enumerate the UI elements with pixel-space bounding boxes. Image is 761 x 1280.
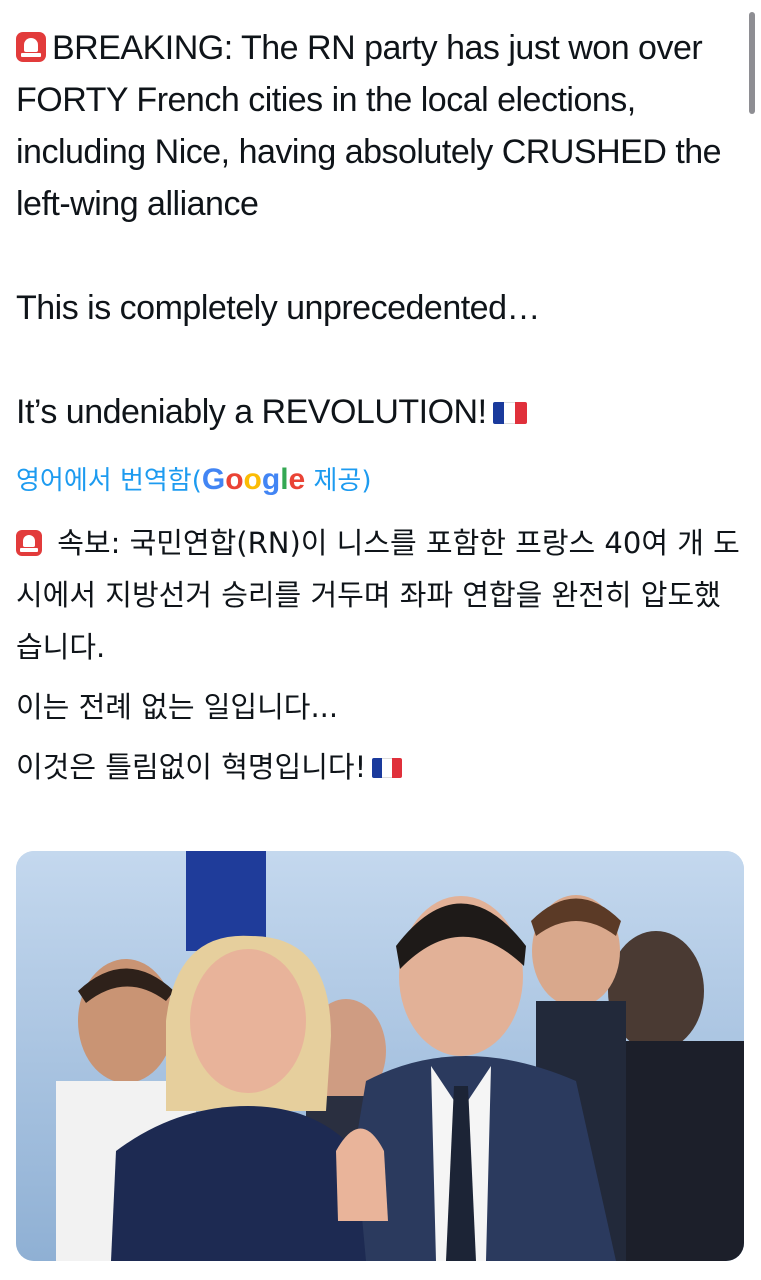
translated-text-1: 속보: 국민연합(RN)이 니스를 포함한 프랑스 40여 개 도시에서 지방선…	[16, 526, 740, 664]
translated-paragraph-2: 이는 전례 없는 일입니다...	[16, 690, 339, 724]
google-logo: Google	[202, 463, 305, 496]
background-flag	[186, 851, 266, 951]
photo-illustration	[16, 851, 744, 1261]
google-logo-letter: o	[243, 463, 262, 496]
google-logo-letter: G	[201, 463, 226, 496]
tweet-text-1: BREAKING: The RN party has just won over…	[16, 29, 722, 223]
translated-paragraph-3: 이것은 틀림없이 혁명입니다!	[16, 741, 744, 793]
tweet-text-paragraph-3: It’s undeniably a REVOLUTION!	[16, 386, 744, 438]
police-car-light-icon	[16, 32, 46, 62]
police-car-light-icon	[16, 530, 42, 556]
google-logo-letter: g	[261, 463, 281, 496]
translated-paragraph-1: 속보: 국민연합(RN)이 니스를 포함한 프랑스 40여 개 도시에서 지방선…	[16, 517, 744, 673]
tweet-text-paragraph-2: This is completely unprecedented…	[16, 289, 541, 327]
google-logo-letter: l	[280, 463, 289, 496]
translated-text-3: 이것은 틀림없이 혁명입니다!	[16, 750, 367, 784]
tweet-text-3: It’s undeniably a REVOLUTION!	[16, 393, 487, 431]
translation-attribution-link[interactable]: 영어에서 번역함(Google 제공)	[16, 460, 744, 501]
google-logo-letter: e	[288, 463, 306, 496]
tweet-photo[interactable]	[16, 851, 744, 1261]
translation-prefix: 영어에서 번역함(	[16, 466, 202, 496]
tweet-text-paragraph-1: BREAKING: The RN party has just won over…	[16, 22, 744, 230]
tweet-body: BREAKING: The RN party has just won over…	[16, 22, 744, 793]
france-flag-icon	[372, 758, 403, 778]
france-flag-icon	[492, 402, 527, 424]
scrollbar[interactable]	[749, 12, 755, 114]
google-logo-letter: o	[225, 463, 244, 496]
translated-text: 속보: 국민연합(RN)이 니스를 포함한 프랑스 40여 개 도시에서 지방선…	[16, 517, 744, 793]
translation-suffix: 제공)	[305, 466, 372, 496]
